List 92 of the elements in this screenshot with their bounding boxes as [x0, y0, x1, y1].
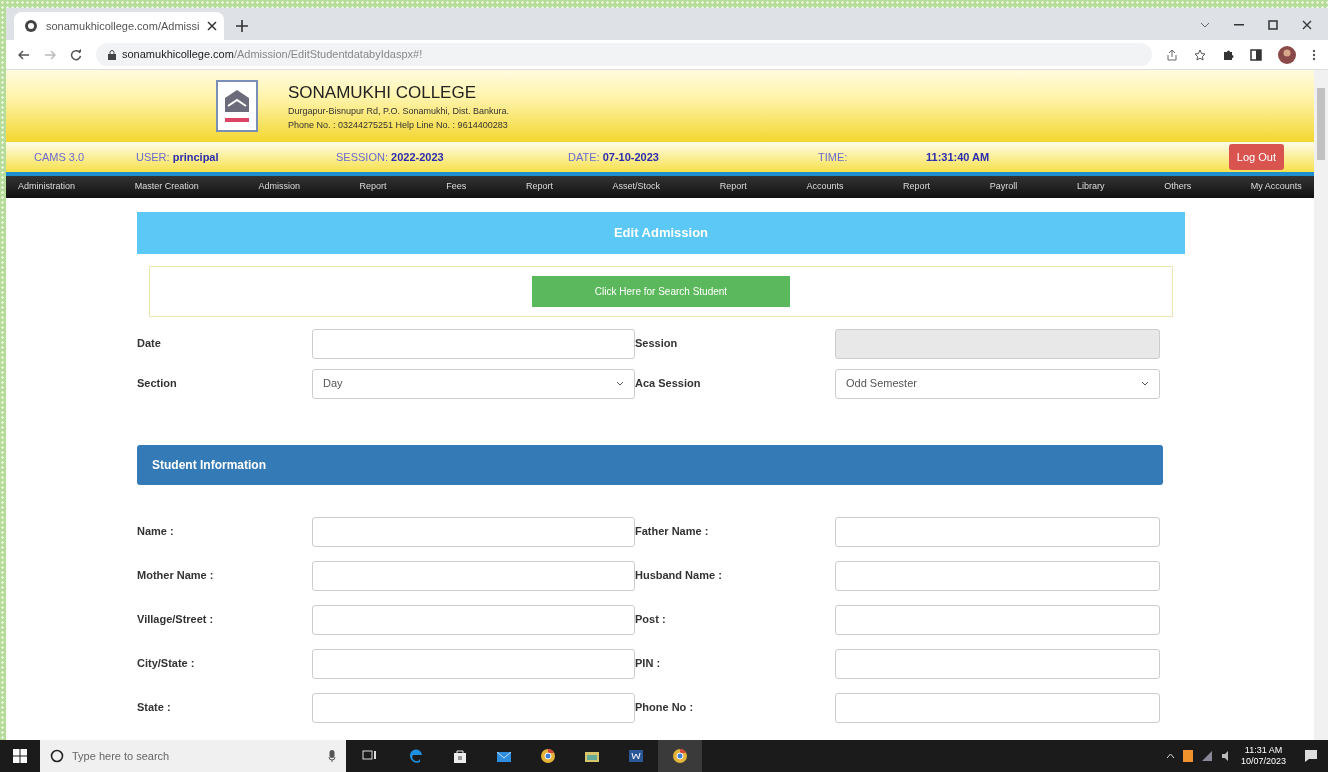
input-field[interactable]	[312, 328, 635, 359]
notification-icon[interactable]	[1304, 749, 1318, 763]
input-field[interactable]	[835, 604, 1160, 635]
back-icon[interactable]	[18, 49, 30, 60]
app-tray-icon[interactable]	[1182, 750, 1193, 762]
college-name: SONAMUKHI COLLEGE	[288, 81, 477, 104]
menu-item[interactable]: Fees	[446, 180, 467, 194]
field-label: Mother Name :	[137, 568, 215, 584]
user-label: USER: principal	[136, 149, 220, 165]
field-label: Village/Street :	[137, 612, 215, 628]
search-icon	[50, 749, 64, 763]
field-label: State :	[137, 700, 172, 716]
input-field[interactable]	[312, 648, 635, 679]
select-field[interactable]: Day	[312, 368, 635, 399]
field-label: Aca Session	[635, 376, 702, 392]
avatar-icon[interactable]	[1278, 45, 1296, 64]
input-field[interactable]	[312, 516, 635, 547]
browser-tab[interactable]: sonamukhicollege.com/Admissi	[14, 12, 224, 40]
share-icon[interactable]	[1166, 48, 1178, 61]
section-header: Student Information	[137, 444, 1163, 485]
time-label: TIME:	[818, 149, 849, 165]
chrome-icon[interactable]	[540, 748, 556, 764]
menu-item[interactable]: Admission	[258, 180, 300, 194]
input-field[interactable]	[312, 560, 635, 591]
field-label: Husband Name :	[635, 568, 723, 584]
menu-item[interactable]: Report	[525, 180, 553, 194]
globe-icon	[24, 19, 38, 33]
menu-item[interactable]: Library	[1076, 180, 1105, 194]
url-text: sonamukhicollege.com/Admission/EditStudentdatabyIdaspx#!	[122, 47, 423, 63]
tab-title: sonamukhicollege.com/Admissi	[46, 18, 200, 34]
card-title: Edit Admission	[137, 212, 1185, 254]
network-icon[interactable]	[1200, 750, 1213, 762]
puzzle-icon[interactable]	[1222, 48, 1234, 61]
input-field[interactable]	[835, 692, 1160, 723]
star-icon[interactable]	[1194, 48, 1206, 61]
field-label: Session	[635, 336, 679, 352]
select-field[interactable]: Odd Semester	[835, 368, 1160, 399]
menu-item[interactable]: Master Creation	[134, 180, 199, 194]
input-field[interactable]	[312, 692, 635, 723]
date-label: DATE: 07-10-2023	[568, 149, 660, 165]
minimize-icon[interactable]	[1234, 24, 1244, 26]
word-icon[interactable]	[628, 748, 644, 764]
reload-icon[interactable]	[70, 48, 82, 61]
input-field[interactable]	[835, 516, 1160, 547]
logout-button[interactable]: Log Out	[1228, 143, 1284, 171]
menu-item[interactable]: Accounts	[806, 180, 844, 194]
restore-icon[interactable]	[1268, 20, 1278, 30]
college-logo-icon	[216, 80, 258, 132]
taskbar-search-field[interactable]: Type here to search	[40, 740, 346, 772]
more-icon[interactable]	[1312, 48, 1316, 61]
session-label: SESSION: 2022-2023	[336, 149, 445, 165]
field-label: Phone No :	[635, 700, 695, 716]
caret-up-icon[interactable]	[1165, 753, 1175, 759]
time-value: 11:31:40 AM	[926, 149, 990, 165]
microphone-icon[interactable]	[328, 750, 336, 762]
edge-icon[interactable]	[408, 748, 424, 764]
chevron-down-icon[interactable]	[1200, 22, 1210, 28]
lock-icon	[108, 49, 116, 60]
college-phone: Phone No. : 03244275251 Help Line No. : 9614400283	[288, 118, 509, 132]
input-field[interactable]	[835, 560, 1160, 591]
address-bar[interactable]: sonamukhicollege.com/Admission/EditStudentdatabyIdaspx#!	[96, 43, 1152, 66]
clock-time: 11:31 AM	[1243, 745, 1284, 756]
field-label: Name :	[137, 524, 175, 540]
close-icon[interactable]	[207, 21, 218, 31]
side-panel-icon[interactable]	[1250, 48, 1262, 61]
scrollbar[interactable]	[1314, 70, 1328, 740]
menu-item[interactable]: Report	[719, 180, 747, 194]
chrome-icon[interactable]	[672, 748, 688, 764]
field-label: Section	[137, 376, 178, 392]
menu-item[interactable]: Report	[903, 180, 931, 194]
new-tab-icon[interactable]	[236, 20, 248, 32]
input-field[interactable]	[312, 604, 635, 635]
menu-item[interactable]: My Accounts	[1250, 180, 1302, 194]
menu-item[interactable]: Others	[1164, 180, 1192, 194]
clock-date: 10/07/2023	[1240, 756, 1286, 767]
version-label: CAMS 3.0	[33, 149, 86, 165]
college-address: Durgapur-Bisnupur Rd, P.O. Sonamukhi, Dist. Bankura.	[288, 105, 509, 119]
menu-item[interactable]: Payroll	[989, 180, 1018, 194]
field-label: Post :	[635, 612, 667, 628]
field-label: Date	[137, 336, 162, 352]
chevron-down-icon	[1141, 381, 1149, 386]
input-field[interactable]	[835, 648, 1160, 679]
shopping-bag-icon[interactable]	[452, 748, 468, 764]
field-label: City/State :	[137, 656, 196, 672]
windows-icon[interactable]	[13, 749, 27, 763]
menu-item[interactable]: Asset/Stock	[612, 180, 661, 194]
menu-item[interactable]: Administration	[18, 180, 76, 194]
menu-item[interactable]: Report	[359, 180, 387, 194]
field-label: PIN :	[635, 656, 662, 672]
field-label: Father Name :	[635, 524, 710, 540]
chevron-down-icon	[616, 381, 624, 386]
close-icon[interactable]	[1302, 20, 1312, 30]
